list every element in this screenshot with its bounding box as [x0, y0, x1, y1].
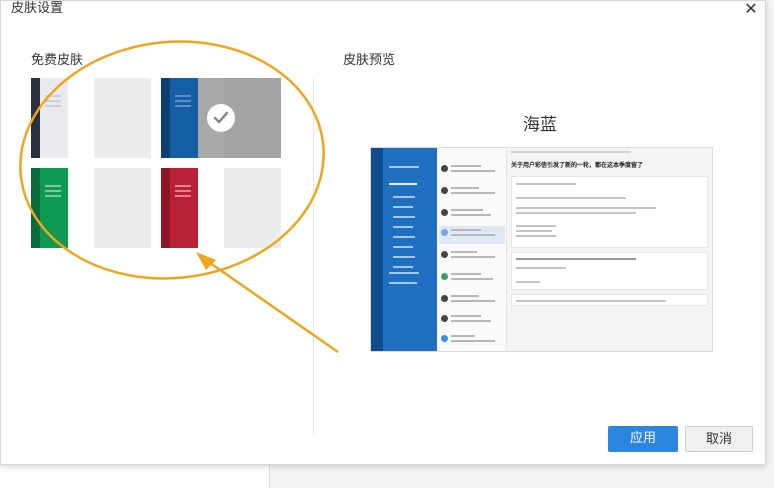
preview-nav-item [389, 272, 419, 274]
background-pane [0, 465, 270, 488]
preview-subject: 关于用户彩信引发了新的一轮，都在这本季度留了 [511, 162, 644, 169]
skin-nav-line [45, 195, 61, 197]
skin-option-sea-blue[interactable] [161, 78, 281, 158]
skin-nav-strip [40, 168, 68, 248]
preview-nav-item [389, 183, 417, 185]
preview-nav-item [393, 236, 415, 238]
preview-nav-item [393, 216, 415, 218]
preview-skin-name: 海蓝 [523, 115, 557, 135]
panel-divider [313, 79, 314, 435]
preview-mail-row [439, 292, 505, 310]
preview-mail-card [511, 294, 708, 306]
skin-content-strip [94, 168, 151, 248]
preview-mail-card [511, 176, 708, 248]
skin-list-strip [198, 168, 224, 248]
preview-mail-row [439, 162, 505, 180]
apply-button[interactable]: 应用 [608, 426, 678, 452]
skin-content-strip [94, 78, 151, 158]
preview-mail-list [437, 148, 507, 351]
preview-sidebar [371, 148, 383, 351]
skin-nav-line [45, 190, 61, 192]
skin-sidebar-strip [31, 168, 40, 248]
skin-option-green[interactable] [31, 168, 151, 248]
skin-preview-heading: 皮肤预览 [343, 53, 396, 68]
skin-option-dark-gray[interactable] [31, 78, 151, 158]
preview-mail-row [439, 184, 505, 202]
skin-list-strip [68, 168, 94, 248]
preview-nav-item [393, 226, 413, 228]
skin-nav-strip [40, 78, 68, 158]
preview-nav-item [393, 266, 413, 268]
skin-nav-line [175, 95, 191, 97]
cancel-button[interactable]: 取消 [685, 426, 753, 452]
skin-sidebar-strip [161, 78, 170, 158]
close-icon[interactable]: ✕ [743, 1, 759, 17]
preview-mail-row [439, 206, 505, 224]
checkmark-icon [207, 104, 235, 132]
free-skins-heading: 免费皮肤 [31, 53, 84, 68]
skin-option-red[interactable] [161, 168, 281, 248]
skin-sidebar-strip [161, 168, 170, 248]
skin-nav-strip [170, 168, 198, 248]
skin-nav-line [175, 195, 191, 197]
screen: 皮肤设置 ✕ 免费皮肤 皮肤预览 海蓝 关于用户彩信引发了新的一轮，都在这本季度… [0, 0, 774, 488]
preview-mail-row-selected [439, 226, 505, 244]
skin-nav-strip [170, 78, 198, 158]
preview-mail-row [439, 270, 505, 288]
skin-preview-image: 关于用户彩信引发了新的一轮，都在这本季度留了 [370, 147, 713, 352]
dialog-title: 皮肤设置 [11, 1, 64, 16]
preview-mail-row [439, 312, 505, 330]
skin-sidebar-strip [31, 78, 40, 158]
preview-reading-pane: 关于用户彩信引发了新的一轮，都在这本季度留了 [507, 148, 712, 351]
preview-mail-row [439, 248, 505, 266]
skin-nav-line [45, 105, 61, 107]
skin-nav-line [175, 105, 191, 107]
preview-nav-item [393, 206, 413, 208]
skin-content-strip [224, 168, 281, 248]
preview-mail-card [511, 252, 708, 290]
skin-settings-dialog: 皮肤设置 ✕ 免费皮肤 皮肤预览 海蓝 关于用户彩信引发了新的一轮，都在这本季度… [0, 0, 766, 465]
skin-nav-line [175, 100, 191, 102]
skin-nav-line [45, 95, 61, 97]
preview-nav-item [389, 282, 417, 284]
skin-nav-line [45, 185, 61, 187]
skin-nav-line [45, 100, 61, 102]
preview-nav-item [393, 196, 415, 198]
preview-nav-item [389, 166, 419, 168]
preview-nav-item [393, 256, 415, 258]
skin-list-strip [68, 78, 94, 158]
skin-nav-line [175, 190, 191, 192]
preview-mail-row [439, 332, 505, 350]
skin-nav-line [175, 185, 191, 187]
preview-nav-item [393, 246, 413, 248]
preview-folder-pane [383, 148, 437, 351]
